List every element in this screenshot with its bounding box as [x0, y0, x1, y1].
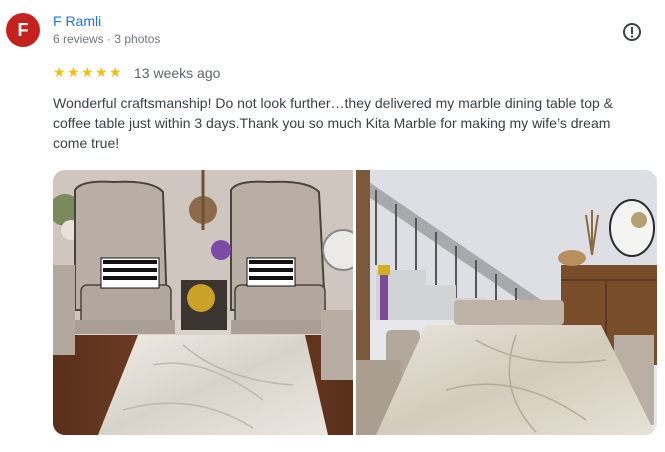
report-review-button[interactable]: [621, 21, 643, 43]
star-icon: ★: [81, 64, 94, 80]
review-photo-living-room[interactable]: [53, 170, 353, 435]
star-icon: ★: [95, 64, 108, 80]
rating-row: ★ ★ ★ ★ ★ 13 weeks ago: [53, 64, 220, 81]
review-text: Wonderful craftsmanship! Do not look fur…: [53, 95, 614, 151]
review-photo-dining-table[interactable]: [356, 170, 657, 435]
star-rating: ★ ★ ★ ★ ★: [53, 64, 122, 81]
review-time: 13 weeks ago: [134, 64, 221, 81]
reviewer-stats: 6 reviews · 3 photos: [53, 32, 161, 46]
photo-gallery: [53, 170, 657, 435]
report-icon: [623, 23, 641, 41]
avatar[interactable]: F: [6, 13, 40, 47]
star-icon: ★: [67, 64, 80, 80]
star-icon: ★: [53, 64, 66, 80]
star-icon: ★: [109, 64, 122, 80]
reviewer-name-link[interactable]: F Ramli: [53, 13, 101, 29]
